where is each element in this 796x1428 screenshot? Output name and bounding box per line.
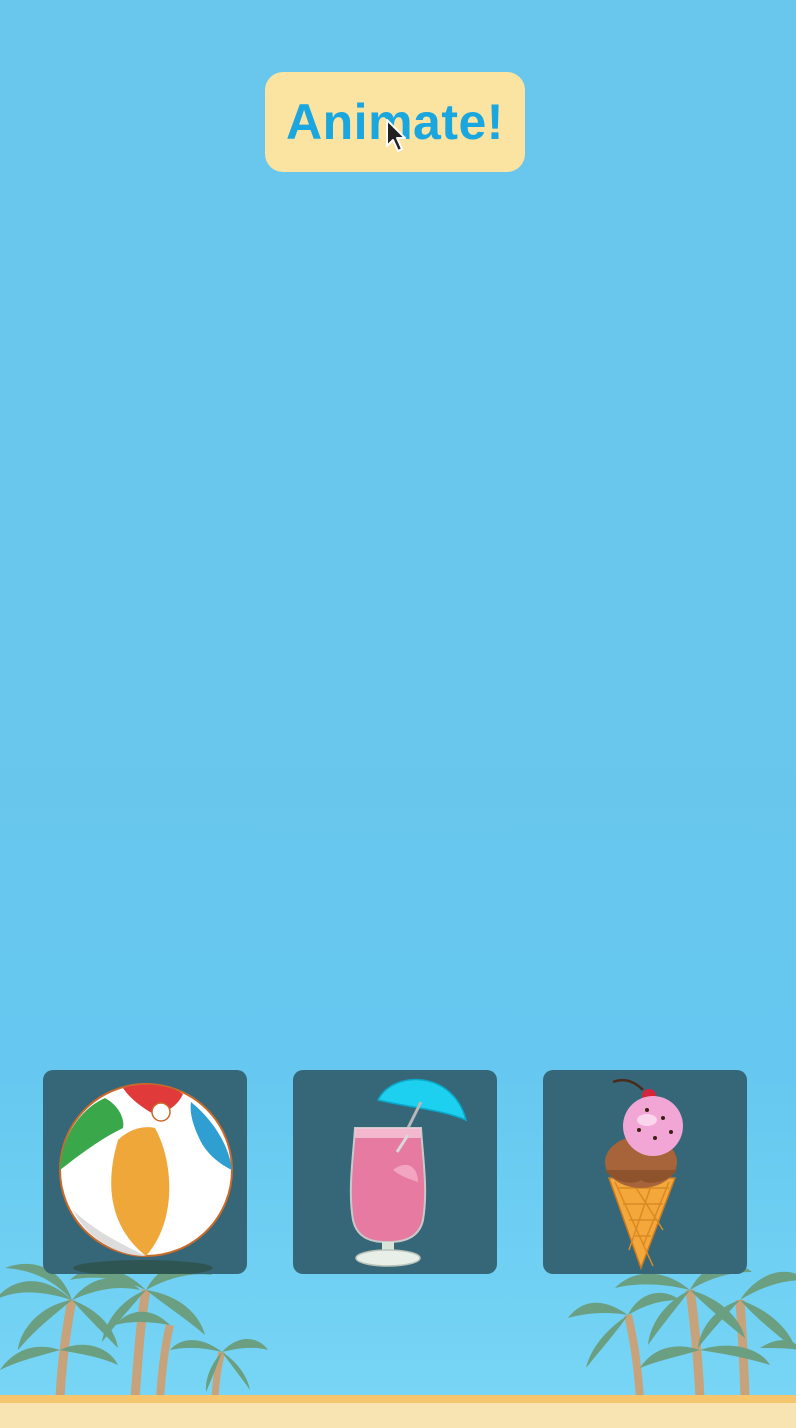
beach-ball-icon xyxy=(59,1083,233,1274)
mouse-cursor-icon xyxy=(386,119,406,152)
sand xyxy=(0,1403,796,1428)
tropical-drink-tile[interactable] xyxy=(293,1070,497,1274)
palm-trees-left xyxy=(0,1263,268,1399)
ice-cream-cone-icon xyxy=(605,1078,683,1271)
ice-cream-tile[interactable] xyxy=(543,1070,747,1274)
beach-ball-tile[interactable] xyxy=(43,1070,247,1274)
palm-trees-right xyxy=(568,1263,796,1399)
tropical-drink-icon xyxy=(349,1078,468,1267)
beach-scene: Animate! xyxy=(0,0,796,1428)
